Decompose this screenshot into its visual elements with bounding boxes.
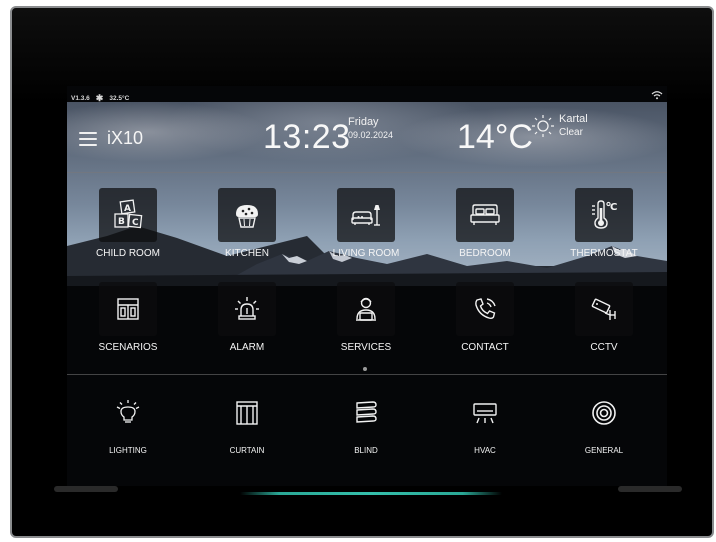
device-label: GENERAL: [584, 446, 624, 455]
function-tile-contact[interactable]: CONTACT: [430, 282, 540, 353]
room-tile-living-room[interactable]: LIVING ROOM: [311, 188, 421, 259]
left-hardware-button[interactable]: [54, 486, 118, 492]
wifi-icon: [651, 91, 663, 100]
device-tile-hvac[interactable]: HVAC: [430, 386, 540, 455]
device-tile-lighting[interactable]: LIGHTING: [73, 386, 183, 455]
section-divider: [67, 374, 667, 375]
device-label: HVAC: [474, 446, 496, 455]
room-tile-thermostat[interactable]: C THERMOSTAT: [549, 188, 659, 259]
alarm-light-icon: [218, 282, 276, 336]
outdoor-temperature: 14°C: [457, 118, 533, 156]
function-tile-scenarios[interactable]: SCENARIOS: [73, 282, 183, 353]
hamburger-line: [79, 138, 97, 140]
svg-text:C: C: [610, 202, 617, 213]
version-text: V1.3.6: [71, 94, 90, 102]
header-divider: [67, 172, 667, 173]
room-label: KITCHEN: [225, 248, 269, 259]
cpu-temp-text: 32.5°C: [109, 94, 130, 102]
svg-text:C: C: [132, 218, 139, 228]
function-label: CONTACT: [461, 342, 509, 353]
current-date: 09.02.2024: [348, 130, 394, 140]
blind-icon: [337, 386, 395, 440]
abc-blocks-icon: ABC: [99, 188, 157, 242]
header-bar: iX10 13:23 Friday 09.02.2024 14°C Kartal…: [67, 106, 667, 170]
thermometer-icon: C: [575, 188, 633, 242]
sofa-lamp-icon: [337, 188, 395, 242]
status-bar: V1.3.6 ✱ 32.5°C: [71, 92, 129, 104]
hamburger-line: [79, 144, 97, 146]
device-tile-curtain[interactable]: CURTAIN: [192, 386, 302, 455]
device-label: LIGHTING: [109, 446, 147, 455]
security-camera-icon: [575, 282, 633, 336]
function-tile-alarm[interactable]: ALARM: [192, 282, 302, 353]
curtain-icon: [218, 386, 276, 440]
light-bulb-icon: [99, 386, 157, 440]
air-conditioner-icon: [456, 386, 514, 440]
hamburger-line: [79, 132, 97, 134]
room-label: CHILD ROOM: [96, 248, 160, 259]
sun-icon: [532, 115, 554, 137]
room-tile-kitchen[interactable]: KITCHEN: [192, 188, 302, 259]
room-label: THERMOSTAT: [570, 248, 638, 259]
device-label: BLIND: [354, 446, 378, 455]
function-label: ALARM: [229, 342, 265, 353]
service-person-icon: [337, 282, 395, 336]
svg-text:B: B: [118, 217, 125, 227]
brand-title: iX10: [107, 128, 144, 148]
device-tile-general[interactable]: GENERAL: [549, 386, 659, 455]
control-panel-device: V1.3.6 ✱ 32.5°C iX10 13:23 Friday 09.02.…: [10, 6, 714, 538]
snowflake-icon: ✱: [95, 92, 104, 103]
svg-text:A: A: [124, 204, 131, 214]
device-tile-blind[interactable]: BLIND: [311, 386, 421, 455]
scenarios-layout-icon: [99, 282, 157, 336]
bed-icon: [456, 188, 514, 242]
page-indicator-dot[interactable]: [363, 367, 367, 371]
device-label: CURTAIN: [229, 446, 265, 455]
right-hardware-button[interactable]: [618, 486, 682, 492]
concentric-circles-icon: [575, 386, 633, 440]
touch-screen: V1.3.6 ✱ 32.5°C iX10 13:23 Friday 09.02.…: [67, 86, 667, 486]
muffin-icon: [218, 188, 276, 242]
room-tile-child-room[interactable]: ABC CHILD ROOM: [73, 188, 183, 259]
day-of-week: Friday: [348, 116, 379, 128]
menu-button[interactable]: [79, 132, 97, 146]
function-label: SCENARIOS: [98, 342, 158, 353]
weather-city: Kartal: [559, 113, 588, 125]
function-label: CCTV: [590, 342, 618, 353]
room-tile-bedroom[interactable]: BEDROOM: [430, 188, 540, 259]
room-label: LIVING ROOM: [332, 248, 400, 259]
phone-call-icon: [456, 282, 514, 336]
function-label: SERVICES: [340, 342, 392, 353]
room-label: BEDROOM: [459, 248, 511, 259]
weather-condition: Clear: [559, 127, 583, 138]
led-light-strip: [240, 492, 502, 495]
clock-time: 13:23: [263, 118, 351, 156]
function-tile-cctv[interactable]: CCTV: [549, 282, 659, 353]
function-tile-services[interactable]: SERVICES: [311, 282, 421, 353]
